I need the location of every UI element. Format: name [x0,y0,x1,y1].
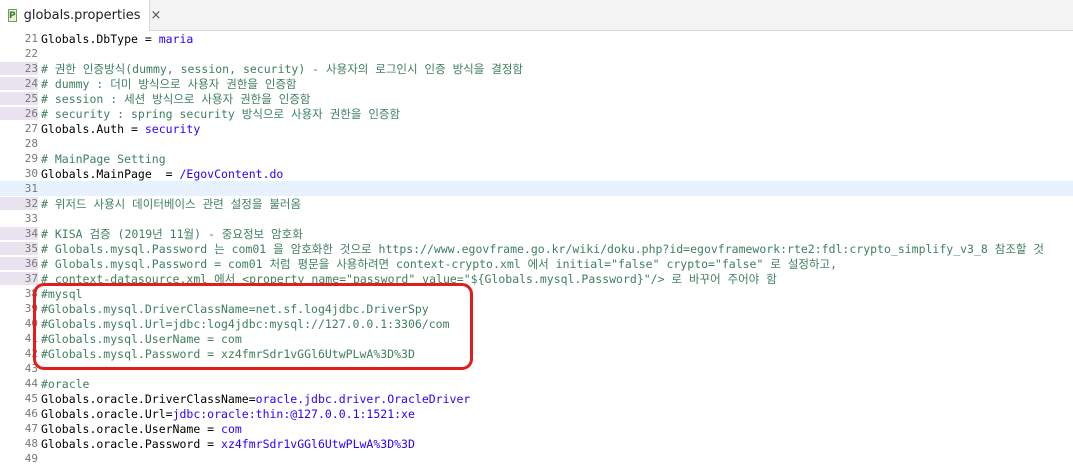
line-number: 43 [24,362,38,375]
line-number: 30 [24,167,38,180]
code-line[interactable]: 47 Globals.oracle.UserName = com [0,421,1073,436]
line-text: # Globals.mysql.Password 는 com01 을 암호화한 … [41,241,1044,256]
code-line[interactable]: 48 Globals.oracle.Password = xz4fmrSdr1vG… [0,436,1073,451]
separator: = [200,436,222,451]
line-number: 49 [24,452,38,465]
line-text: # security : spring security 방식으로 사용자 권한… [41,106,401,121]
line-number: 48 [24,437,38,450]
property-value: /EgovContent.do [179,166,284,181]
code-line[interactable]: 31 [0,181,1073,196]
code-editor[interactable]: 21 Globals.DbType = maria 22 23 # 권한 인증방식(du… [0,31,1073,468]
property-key: Globals.MainPage [41,166,152,181]
code-line[interactable]: 29 # MainPage Setting [0,151,1073,166]
line-number: 21 [24,32,38,45]
line-number: 45 [24,392,38,405]
properties-file-icon: P [8,9,17,22]
code-line[interactable]: 28 [0,136,1073,151]
line-number: 25 [0,92,38,105]
property-value: maria [158,31,194,46]
code-line[interactable]: 34 # KISA 검증 (2019년 11월) - 중요정보 암호화 [0,226,1073,241]
property-value: com [221,421,242,436]
code-line[interactable]: 32 # 위저드 사용시 데이터베이스 관련 설정을 불러옴 [0,196,1073,211]
line-number: 23 [0,62,38,75]
code-line[interactable]: 27 Globals.Auth = security [0,121,1073,136]
line-number: 26 [0,107,38,120]
code-line[interactable]: 23 # 권한 인증방식(dummy, session, security) - … [0,61,1073,76]
code-line[interactable]: 26 # security : spring security 방식으로 사용자 … [0,106,1073,121]
property-value: security [144,121,201,136]
code-line[interactable]: 35 # Globals.mysql.Password 는 com01 을 암호화… [0,241,1073,256]
code-line[interactable]: 22 [0,46,1073,61]
line-number: 27 [24,122,38,135]
property-key: Globals.oracle.UserName [41,421,201,436]
property-key: Globals.Auth [41,121,125,136]
tab-globals-properties[interactable]: P globals.properties × [0,0,161,31]
code-line[interactable]: 46 Globals.oracle.Url=jdbc:oracle:thin:@1… [0,406,1073,421]
property-value: xz4fmrSdr1vGGl6UtwPLwA%3D%3D [221,436,415,451]
property-value: oracle.jdbc.driver.OracleDriver [255,391,471,406]
line-number: 34 [0,227,38,240]
property-key: Globals.oracle.Password [41,436,201,451]
line-text: Globals.oracle.DriverClassName=oracle.jd… [38,392,470,406]
line-number: 31 [24,182,38,195]
close-icon[interactable]: × [151,8,162,23]
line-text: # session : 세션 방식으로 사용자 권한을 인증함 [41,91,311,106]
line-text: # MainPage Setting [41,151,166,166]
code-line[interactable]: 30 Globals.MainPage = /EgovContent.do [0,166,1073,181]
line-number: 24 [0,77,38,90]
line-number: 29 [24,152,38,165]
line-text: Globals.oracle.Url=jdbc:oracle:thin:@127… [38,407,415,421]
red-highlight-box [33,283,473,370]
line-number: 22 [24,47,38,60]
line-number: 37 [0,272,38,285]
line-number: 44 [24,377,38,390]
code-line[interactable]: 24 # dummy : 더미 방식으로 사용자 권한을 인증함 [0,76,1073,91]
line-number: 36 [0,257,38,270]
separator: = [165,406,173,421]
code-line[interactable]: 45 Globals.oracle.DriverClassName=oracle.… [0,391,1073,406]
line-number: 33 [24,212,38,225]
editor-tab-bar: P globals.properties × [0,0,1073,31]
line-text: Globals.DbType = maria [38,32,193,46]
line-text: # 권한 인증방식(dummy, session, security) - 사용… [41,61,524,76]
separator: = [124,121,145,136]
line-text: Globals.oracle.Password = xz4fmrSdr1vGGl… [38,437,415,451]
line-number: 46 [24,407,38,420]
separator: = [200,421,222,436]
line-text: # KISA 검증 (2019년 11월) - 중요정보 암호화 [41,226,303,241]
code-line[interactable]: 44 #oracle [0,376,1073,391]
code-line[interactable]: 36 # Globals.mysql.Password = com01 처럼 평문… [0,256,1073,271]
line-text: # Globals.mysql.Password = com01 처럼 평문을 … [41,256,838,271]
code-line[interactable]: 21 Globals.DbType = maria [0,31,1073,46]
line-text: #oracle [41,376,90,391]
line-number: 47 [24,422,38,435]
line-number: 32 [0,197,38,210]
code-line[interactable]: 49 [0,451,1073,466]
line-text: Globals.oracle.UserName = com [38,422,242,436]
code-line[interactable]: 25 # session : 세션 방식으로 사용자 권한을 인증함 [0,91,1073,106]
tab-title: globals.properties [23,8,141,23]
line-number: 28 [24,137,38,150]
line-text: Globals.Auth = security [38,122,200,136]
separator: = [248,391,256,406]
line-number: 35 [0,242,38,255]
property-key: Globals.oracle.Url [41,406,166,421]
property-value: jdbc:oracle:thin:@127.0.0.1:1521:xe [172,406,415,421]
separator: = [137,31,159,46]
line-text: # dummy : 더미 방식으로 사용자 권한을 인증함 [41,76,297,91]
property-key: Globals.oracle.DriverClassName [41,391,249,406]
property-key: Globals.DbType [41,31,138,46]
line-text: # 위저드 사용시 데이터베이스 관련 설정을 불러옴 [41,196,302,211]
code-line[interactable]: 33 [0,211,1073,226]
separator: = [151,166,180,181]
line-text: Globals.MainPage = /EgovContent.do [38,167,283,181]
